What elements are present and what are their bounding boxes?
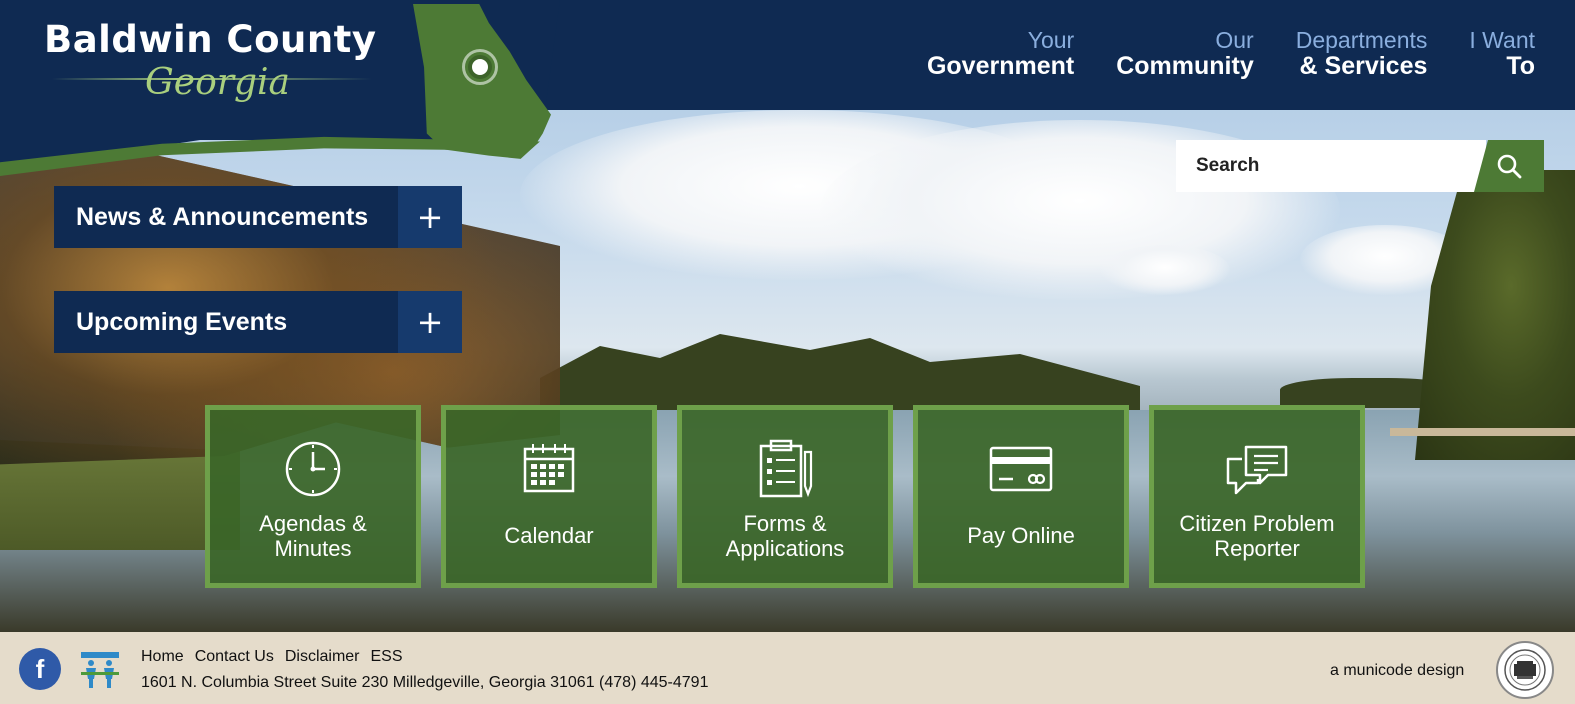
footer-link-disclaimer[interactable]: Disclaimer xyxy=(285,648,360,666)
tile-label: Agendas & Minutes xyxy=(259,510,367,561)
tile-label: Forms & Applications xyxy=(725,510,845,561)
nav-our-community[interactable]: Our Community xyxy=(1116,28,1254,80)
accordion-label: News & Announcements xyxy=(54,186,398,248)
right-trees xyxy=(1415,170,1575,460)
nav-label-top: I Want xyxy=(1469,27,1535,53)
footer-link-contact-us[interactable]: Contact Us xyxy=(195,648,274,666)
nav-label-top: Departments xyxy=(1295,27,1428,53)
search-icon xyxy=(1497,154,1522,179)
tile-label: Pay Online xyxy=(967,523,1075,548)
main-nav: Your Government Our Community Department… xyxy=(927,28,1535,80)
county-seal-icon[interactable] xyxy=(1496,641,1554,699)
tile-citizen-problem-reporter[interactable]: Citizen Problem Reporter xyxy=(1149,405,1365,588)
nav-label-bottom: To xyxy=(1506,52,1535,80)
footer-link-ess[interactable]: ESS xyxy=(371,648,403,666)
calendar-icon xyxy=(523,444,575,493)
facebook-icon[interactable]: f xyxy=(19,648,61,690)
municode-credit[interactable]: a municode design xyxy=(1330,662,1464,680)
cloud xyxy=(1100,245,1230,295)
nav-label-bottom: Community xyxy=(1116,52,1254,80)
plus-icon: + xyxy=(398,186,462,248)
tile-forms-applications[interactable]: Forms & Applications xyxy=(677,405,893,588)
quick-links: Agendas & Minutes Calendar Forms & Appli… xyxy=(205,405,1365,588)
news-announcements-toggle[interactable]: News & Announcements + xyxy=(54,186,462,248)
distant-treeline xyxy=(540,334,1140,410)
logo-subtitle: Georgia xyxy=(145,62,290,103)
nav-label-top: Our xyxy=(1215,27,1254,53)
nav-label-bottom: Government xyxy=(926,52,1075,80)
tile-pay-online[interactable]: Pay Online xyxy=(913,405,1129,588)
nav-label-top: Your xyxy=(1027,27,1075,53)
ess-people-icon[interactable] xyxy=(81,652,119,688)
nav-label-bottom: & Services xyxy=(1299,52,1428,80)
clock-icon xyxy=(285,441,341,497)
footer-links: Home Contact Us Disclaimer ESS xyxy=(141,648,403,666)
plus-icon: + xyxy=(398,291,462,353)
credit-card-icon xyxy=(989,446,1053,492)
tile-agendas-minutes[interactable]: Agendas & Minutes xyxy=(205,405,421,588)
search-input[interactable] xyxy=(1176,140,1486,192)
chat-bubbles-icon xyxy=(1226,445,1288,495)
footer-address: 1601 N. Columbia Street Suite 230 Milled… xyxy=(141,674,709,691)
location-marker-icon xyxy=(462,49,498,85)
accordion-label: Upcoming Events xyxy=(54,291,398,353)
footer-link-home[interactable]: Home xyxy=(141,648,184,666)
tile-label: Calendar xyxy=(504,523,594,548)
logo-title: Baldwin County xyxy=(44,18,377,61)
search-box xyxy=(1176,140,1544,192)
dock xyxy=(1390,428,1575,436)
nav-i-want-to[interactable]: I Want To xyxy=(1469,28,1535,80)
nav-your-government[interactable]: Your Government xyxy=(927,28,1074,80)
tile-label: Citizen Problem Reporter xyxy=(1179,510,1335,561)
nav-departments-services[interactable]: Departments & Services xyxy=(1296,28,1428,80)
tile-calendar[interactable]: Calendar xyxy=(441,405,657,588)
upcoming-events-toggle[interactable]: Upcoming Events + xyxy=(54,291,462,353)
clipboard-icon xyxy=(759,439,813,498)
seal-emblem-icon xyxy=(1504,649,1546,691)
